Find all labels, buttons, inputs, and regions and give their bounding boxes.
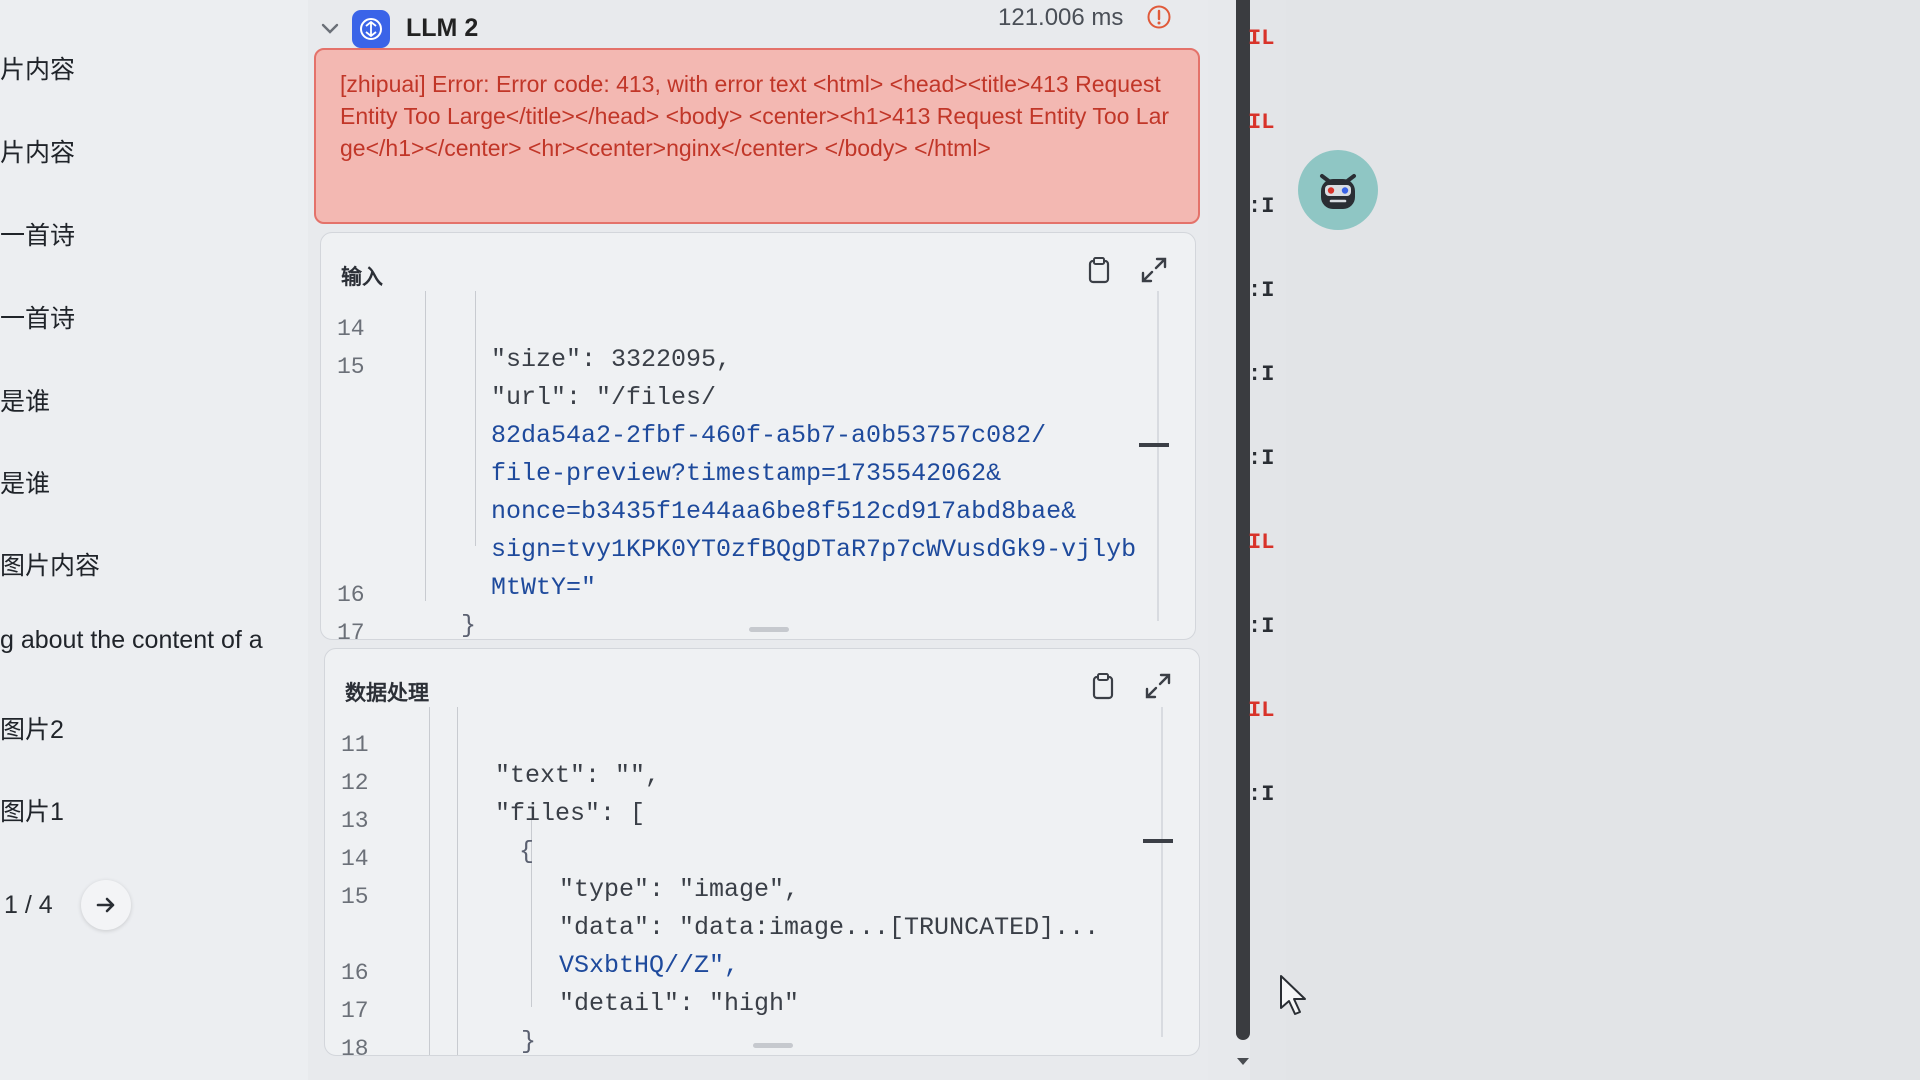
line-number: 17 bbox=[337, 620, 365, 640]
resize-handle[interactable] bbox=[749, 627, 789, 632]
log-marker[interactable]: :I bbox=[1248, 278, 1274, 303]
log-marker[interactable]: :I bbox=[1248, 782, 1274, 807]
expand-icon[interactable] bbox=[1143, 671, 1173, 701]
input-card: 输入 14 "size": 3322095, 15 "url": "/files… bbox=[320, 232, 1196, 640]
conversation-item[interactable]: 图片2 bbox=[0, 710, 300, 746]
conversation-item[interactable]: 一首诗 bbox=[0, 216, 300, 252]
log-marker[interactable]: :I bbox=[1248, 362, 1274, 387]
error-message: [zhipuai] Error: Error code: 413, with e… bbox=[314, 48, 1200, 224]
pagination: 1 / 4 bbox=[0, 880, 160, 930]
log-marker[interactable]: IL bbox=[1248, 698, 1274, 723]
code-line: 17 } bbox=[325, 969, 1199, 1055]
data-processing-card: 数据处理 11 "text": "", 12 "files": [ 13 {1… bbox=[324, 648, 1200, 1056]
arrow-right-icon bbox=[96, 897, 114, 913]
clipboard-icon[interactable] bbox=[1089, 671, 1117, 701]
code-line: 11 "text": "", bbox=[325, 703, 1199, 790]
conversation-list: 片内容 片内容 一首诗 一首诗 是谁 是谁 图片内容 g about the c… bbox=[0, 0, 310, 1080]
code-scroll-thumb[interactable] bbox=[1143, 839, 1173, 843]
code-scrolltrack bbox=[1161, 707, 1163, 1037]
log-marker[interactable]: :I bbox=[1248, 194, 1274, 219]
log-marker[interactable]: IL bbox=[1248, 530, 1274, 555]
conversation-item[interactable]: 是谁 bbox=[0, 382, 300, 418]
warning-circle-icon bbox=[1147, 5, 1171, 29]
data-processing-code-viewer[interactable]: 11 "text": "", 12 "files": [ 13 { 14 "ty… bbox=[325, 707, 1199, 1055]
code-line: 13 { bbox=[325, 779, 1199, 866]
clipboard-icon[interactable] bbox=[1085, 255, 1113, 285]
code-line: sign=tvy1KPK0YT0zfBQgDTaR7p7cWVusdGk9-vj… bbox=[321, 477, 1195, 564]
conversation-item[interactable]: 是谁 bbox=[0, 464, 300, 500]
scroll-down-arrow-icon[interactable] bbox=[1236, 1056, 1250, 1068]
code-line: 14 "size": 3322095, bbox=[321, 287, 1195, 374]
code-scroll-thumb[interactable] bbox=[1139, 443, 1169, 447]
page-indicator: 1 / 4 bbox=[4, 890, 53, 919]
mouse-cursor-icon bbox=[1280, 975, 1306, 1015]
conversation-item[interactable]: 图片内容 bbox=[0, 546, 300, 582]
node-title: LLM 2 bbox=[406, 14, 479, 42]
robot-avatar-icon bbox=[1298, 150, 1378, 230]
code-line: 12 "files": [ bbox=[325, 741, 1199, 828]
code-line: 14 "type": "image", bbox=[325, 817, 1199, 904]
code-line: VSxbtHQ//Z", bbox=[325, 893, 1199, 980]
log-marker[interactable]: IL bbox=[1248, 110, 1274, 135]
conversation-item[interactable]: 片内容 bbox=[0, 133, 300, 169]
code-line: MtWtY=" bbox=[321, 515, 1195, 602]
code-line: 15 "data": "data:image...[TRUNCATED]... bbox=[325, 855, 1199, 942]
log-marker[interactable]: :I bbox=[1248, 446, 1274, 471]
node-detail-panel: LLM 2 121.006 ms [zhipuai] Error: Error … bbox=[308, 0, 1208, 1080]
code-line: 15 "url": "/files/ bbox=[321, 325, 1195, 412]
resize-handle[interactable] bbox=[753, 1043, 793, 1048]
code-line: 18 ] bbox=[325, 1007, 1199, 1055]
code-scrolltrack bbox=[1157, 291, 1159, 621]
conversation-item[interactable]: 图片1 bbox=[0, 792, 300, 828]
panel-scrollbar[interactable] bbox=[1236, 0, 1250, 1040]
code-line: 16 } bbox=[321, 553, 1195, 639]
expand-icon[interactable] bbox=[1139, 255, 1169, 285]
next-page-button[interactable] bbox=[80, 880, 131, 930]
conversation-item[interactable]: g about the content of a bbox=[0, 626, 300, 655]
elapsed-time: 121.006 ms bbox=[998, 4, 1124, 31]
conversation-item[interactable]: 片内容 bbox=[0, 50, 300, 86]
code-line: 82da54a2-2fbf-460f-a5b7-a0b53757c082/ bbox=[321, 363, 1195, 450]
chat-area bbox=[1286, 0, 1920, 1080]
code-line: file-preview?timestamp=1735542062& bbox=[321, 401, 1195, 488]
conversation-item[interactable]: 一首诗 bbox=[0, 299, 300, 335]
log-marker[interactable]: :I bbox=[1248, 614, 1274, 639]
code-line: 16 "detail": "high" bbox=[325, 931, 1199, 1018]
code-line: nonce=b3435f1e44aa6be8f512cd917abd8bae& bbox=[321, 439, 1195, 526]
chevron-down-icon[interactable] bbox=[320, 22, 340, 36]
input-code-viewer[interactable]: 14 "size": 3322095, 15 "url": "/files/ 8… bbox=[321, 291, 1195, 639]
line-number: 18 bbox=[341, 1036, 369, 1056]
code-line: 17 ] bbox=[321, 591, 1195, 639]
log-marker[interactable]: IL bbox=[1248, 26, 1274, 51]
llm-node-icon bbox=[352, 10, 390, 48]
